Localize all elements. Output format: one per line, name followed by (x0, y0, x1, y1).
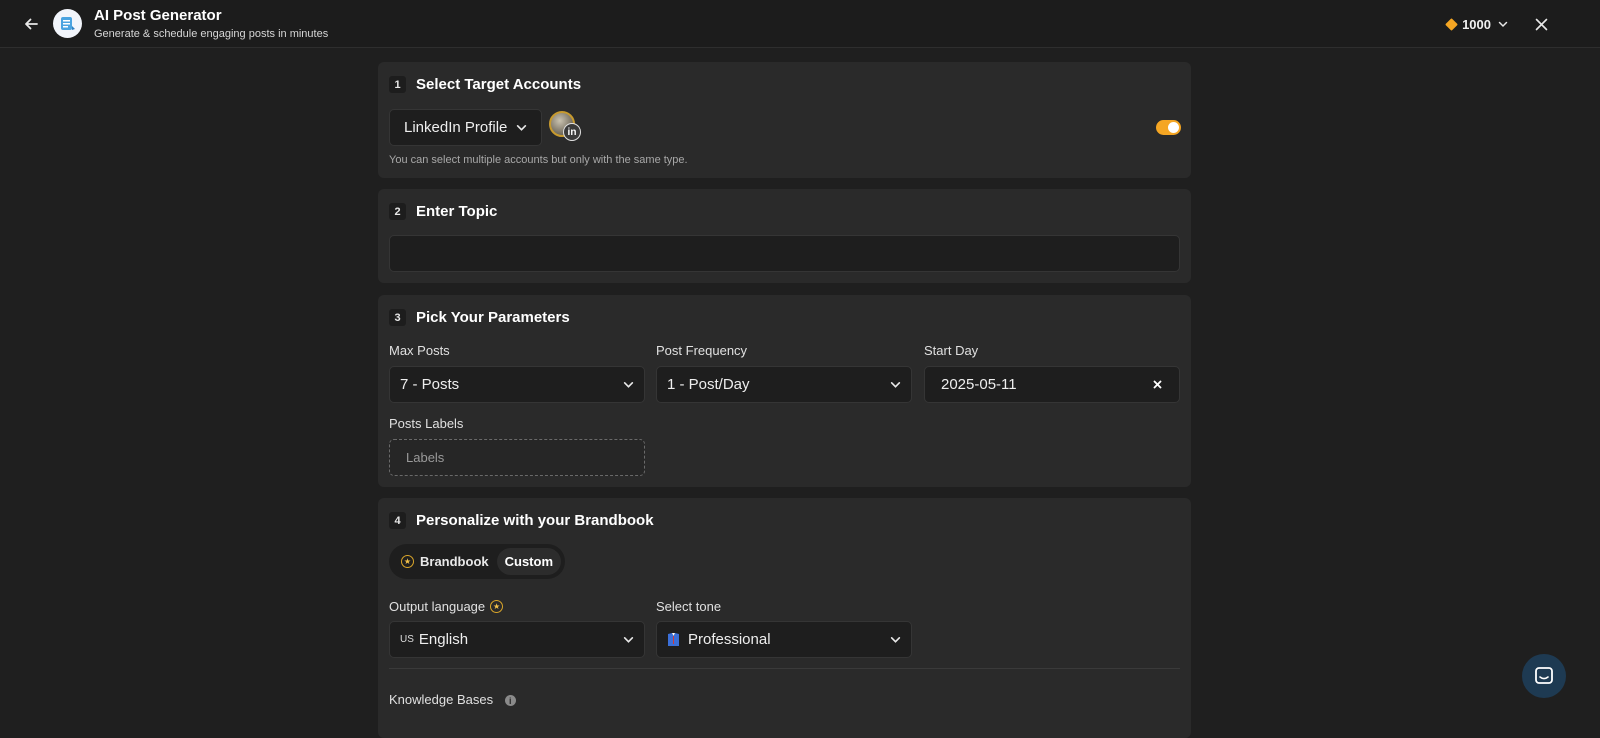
star-icon: ★ (401, 555, 414, 568)
max-posts-value: 7 - Posts (400, 376, 460, 393)
labels-input[interactable]: Labels (389, 439, 645, 476)
brandbook-panel: 4 Personalize with your Brandbook ★ Bran… (378, 498, 1191, 738)
start-day-picker[interactable]: 2025-05-11 (924, 366, 1180, 403)
topic-panel: 2 Enter Topic (378, 189, 1191, 283)
output-language-label: Output language (389, 599, 486, 614)
step-title: Select Target Accounts (416, 76, 582, 93)
step-number: 4 (389, 512, 406, 529)
credits-count: 1000 (1462, 16, 1491, 32)
chevron-down-icon (622, 379, 634, 391)
step-number: 1 (389, 76, 406, 93)
app-subtitle: Generate & schedule engaging posts in mi… (94, 28, 329, 40)
step-number: 2 (389, 203, 406, 220)
account-type-select[interactable]: LinkedIn Profile (389, 109, 542, 146)
chevron-down-icon (622, 634, 634, 646)
top-bar: AI Post Generator Generate & schedule en… (0, 0, 1600, 48)
start-day-value: 2025-05-11 (941, 376, 1017, 393)
posts-labels-label: Posts Labels (389, 416, 464, 431)
post-frequency-select[interactable]: 1 - Post/Day (656, 366, 912, 403)
output-language-select[interactable]: US English (389, 621, 645, 658)
post-frequency-value: 1 - Post/Day (667, 376, 750, 393)
tone-select[interactable]: Professional (656, 621, 912, 658)
select-tone-label: Select tone (656, 599, 722, 614)
max-posts-select[interactable]: 7 - Posts (389, 366, 645, 403)
credit-diamond-icon (1445, 17, 1458, 31)
knowledge-bases-label-wrap: Knowledge Bases i (389, 692, 516, 707)
section-divider (389, 668, 1180, 669)
segment-custom-label: Custom (504, 554, 554, 569)
chat-icon (1535, 667, 1553, 684)
info-icon[interactable]: i (504, 695, 516, 707)
chevron-down-icon (515, 122, 527, 134)
app-title: AI Post Generator (94, 7, 222, 24)
segment-brandbook-label: Brandbook (420, 554, 489, 569)
output-language-value: English (418, 631, 469, 648)
brandbook-mode-switch: ★ Brandbook Custom (389, 544, 565, 579)
accounts-toggle[interactable] (1156, 120, 1181, 135)
chat-support-button[interactable] (1522, 654, 1566, 698)
account-avatar[interactable]: in (549, 111, 581, 141)
segment-brandbook[interactable]: ★ Brandbook (393, 548, 497, 575)
star-icon: ★ (490, 600, 504, 613)
max-posts-label: Max Posts (389, 343, 450, 358)
toggle-knob (1168, 122, 1179, 133)
parameters-panel: 3 Pick Your Parameters Max Posts 7 - Pos… (378, 295, 1191, 487)
us-flag-icon: US (400, 634, 414, 645)
account-type-value: LinkedIn Profile (404, 119, 508, 136)
close-icon[interactable] (1530, 13, 1552, 35)
step-title: Enter Topic (416, 203, 498, 220)
start-day-label: Start Day (924, 343, 979, 358)
accounts-hint: You can select multiple accounts but onl… (389, 154, 688, 166)
back-arrow-icon[interactable] (20, 13, 42, 35)
step-title: Pick Your Parameters (416, 309, 570, 326)
post-frequency-label: Post Frequency (656, 343, 748, 358)
target-accounts-panel: 1 Select Target Accounts LinkedIn Profil… (378, 62, 1191, 178)
chevron-down-icon (1497, 18, 1509, 30)
step-number: 3 (389, 309, 406, 326)
clear-date-icon[interactable] (1151, 379, 1163, 391)
chevron-down-icon (889, 379, 901, 391)
output-language-label-wrap: Output language ★ (389, 599, 504, 614)
linkedin-icon: in (563, 123, 581, 141)
tone-value: Professional (688, 631, 771, 648)
app-logo-icon (53, 9, 82, 38)
credits-dropdown[interactable]: 1000 (1445, 14, 1509, 34)
knowledge-bases-label: Knowledge Bases (389, 692, 494, 707)
chevron-down-icon (889, 634, 901, 646)
topic-input[interactable] (389, 235, 1180, 272)
step-title: Personalize with your Brandbook (416, 512, 654, 529)
suit-icon (667, 632, 680, 647)
segment-custom[interactable]: Custom (496, 548, 562, 575)
